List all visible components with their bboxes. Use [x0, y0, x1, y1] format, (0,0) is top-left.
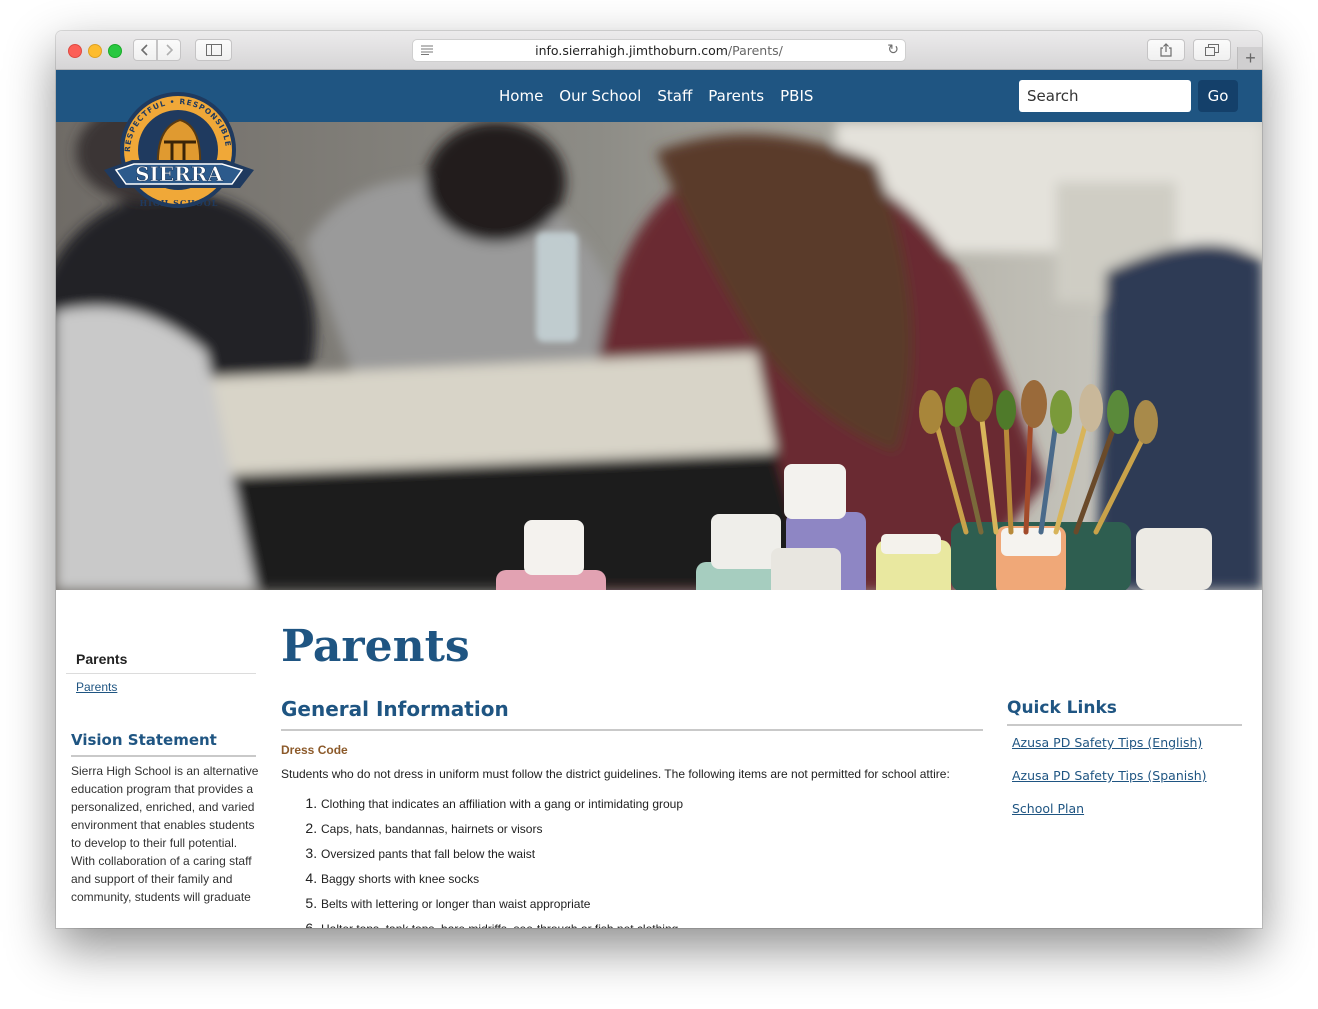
nav-staff[interactable]: Staff — [657, 87, 692, 105]
chevron-left-icon — [141, 44, 148, 56]
close-window-button[interactable] — [68, 44, 82, 58]
zoom-window-button[interactable] — [108, 44, 122, 58]
sidebar-heading: Parents — [66, 651, 256, 674]
dress-code-heading: Dress Code — [281, 743, 348, 757]
reader-icon[interactable] — [421, 45, 433, 55]
url-host: info.sierrahigh.jimthoburn.com — [535, 43, 728, 58]
list-item: Clothing that indicates an affiliation w… — [321, 791, 983, 816]
address-bar[interactable]: info.sierrahigh.jimthoburn.com/Parents/ … — [412, 39, 906, 62]
chevron-right-icon — [166, 44, 173, 56]
dress-code-intro: Students who do not dress in uniform mus… — [281, 767, 950, 781]
sidebar-icon — [205, 44, 222, 56]
main-nav: Home Our School Staff Parents PBIS — [499, 70, 829, 122]
list-item: Caps, hats, bandannas, hairnets or visor… — [321, 816, 983, 841]
vision-statement-text: Sierra High School is an alternative edu… — [71, 764, 259, 904]
link-safety-tips-english[interactable]: Azusa PD Safety Tips (English) — [1012, 732, 1242, 753]
quick-links-title: Quick Links — [1007, 698, 1242, 726]
link-safety-tips-spanish[interactable]: Azusa PD Safety Tips (Spanish) — [1012, 765, 1242, 786]
quick-links: Quick Links Azusa PD Safety Tips (Englis… — [1007, 698, 1242, 819]
browser-window: info.sierrahigh.jimthoburn.com/Parents/ … — [56, 31, 1262, 928]
sidebar-toggle-button[interactable] — [195, 39, 232, 61]
logo-subtitle: HIGH SCHOOL — [140, 198, 219, 208]
page-title: Parents — [281, 621, 470, 672]
nav-our-school[interactable]: Our School — [559, 87, 641, 105]
dress-code-list: Clothing that indicates an affiliation w… — [281, 791, 983, 928]
browser-toolbar: info.sierrahigh.jimthoburn.com/Parents/ … — [56, 31, 1262, 70]
share-icon — [1160, 43, 1172, 57]
sidebar-link-parents[interactable]: Parents — [66, 674, 256, 694]
tabs-icon — [1205, 44, 1219, 56]
back-button[interactable] — [133, 39, 157, 61]
section-title: General Information — [281, 697, 983, 731]
nav-pbis[interactable]: PBIS — [780, 87, 813, 105]
reload-icon[interactable]: ↻ — [887, 40, 899, 61]
nav-parents[interactable]: Parents — [708, 87, 764, 105]
share-button[interactable] — [1147, 39, 1185, 61]
sidebar-nav: Parents Parents — [66, 651, 256, 694]
minimize-window-button[interactable] — [88, 44, 102, 58]
link-school-plan[interactable]: School Plan — [1012, 798, 1242, 819]
list-item: Belts with lettering or longer than wais… — [321, 891, 983, 916]
main-content: Parents General Information Dress Code S… — [281, 619, 983, 928]
vision-statement-title: Vision Statement — [71, 731, 256, 757]
logo-name: SIERRA — [135, 162, 223, 186]
list-item: Baggy shorts with knee socks — [321, 866, 983, 891]
forward-button[interactable] — [157, 39, 181, 61]
search-go-button[interactable]: Go — [1198, 80, 1238, 112]
new-tab-button[interactable]: + — [1237, 47, 1262, 69]
url-path: /Parents/ — [727, 43, 783, 58]
school-logo[interactable]: RESPECTFUL • RESPONSIBLE • READY SIERRA … — [96, 83, 260, 220]
tabs-overview-button[interactable] — [1193, 39, 1231, 61]
list-item: Halter tops, tank tops, bare midriffs, s… — [321, 916, 983, 928]
nav-home[interactable]: Home — [499, 87, 543, 105]
search-input[interactable] — [1019, 80, 1191, 112]
list-item: Oversized pants that fall below the wais… — [321, 841, 983, 866]
